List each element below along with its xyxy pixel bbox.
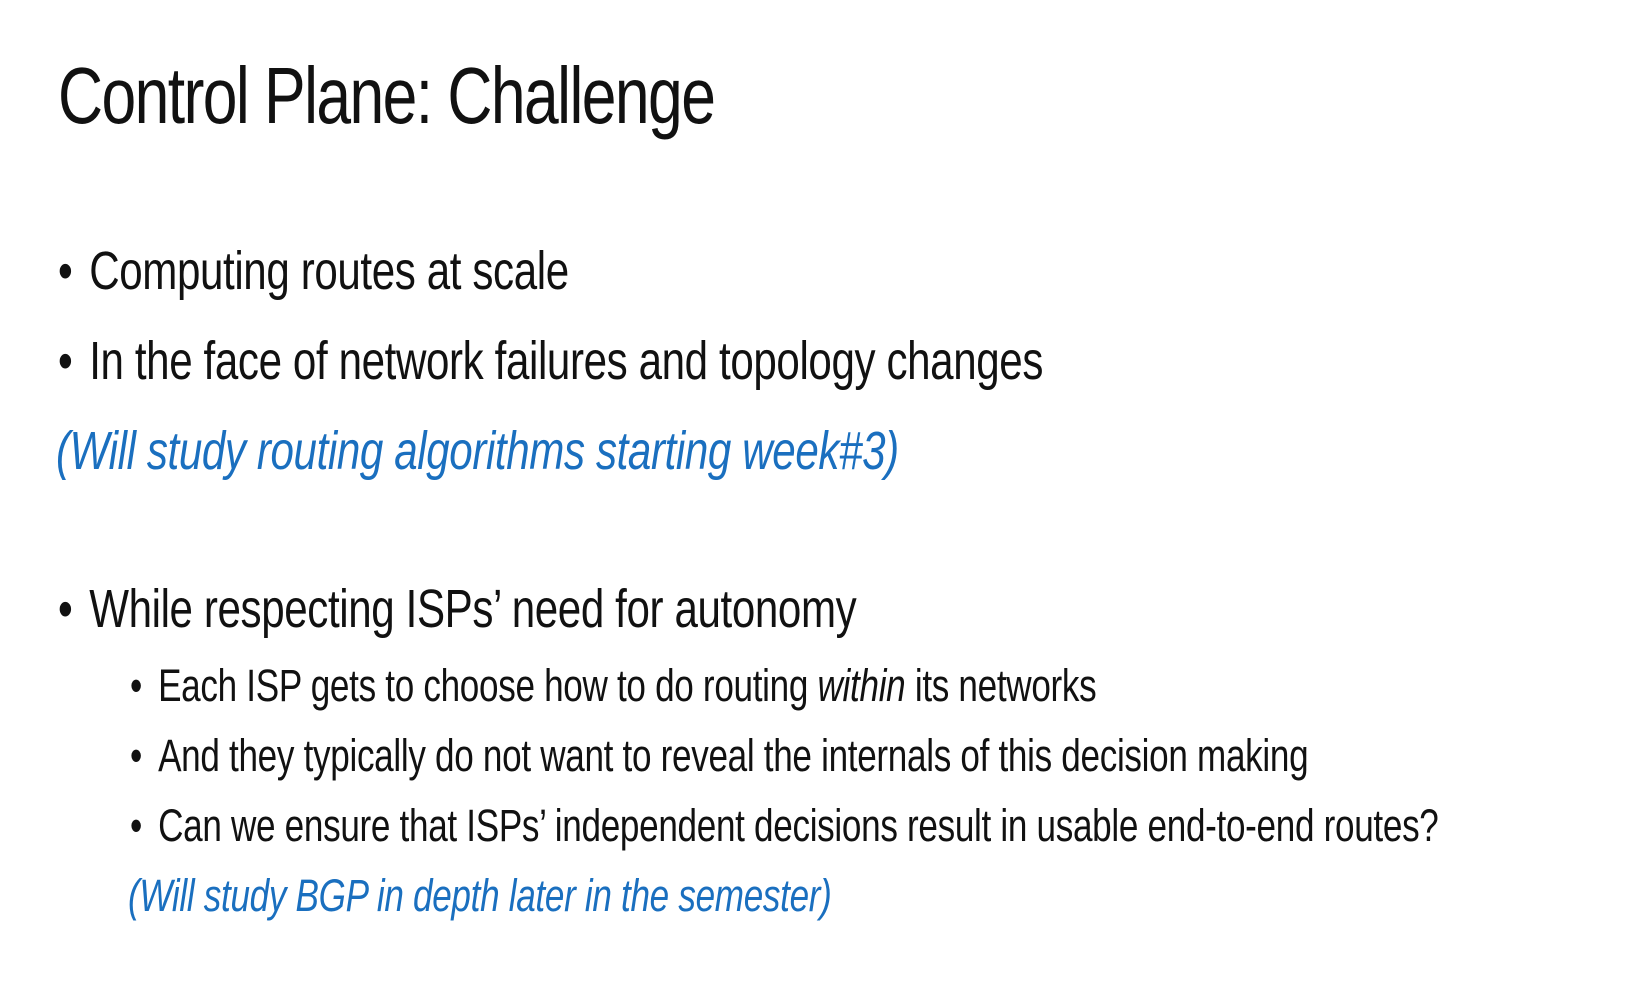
bullet-icon: • (58, 579, 73, 639)
slide-title: Control Plane: Challenge (58, 51, 716, 140)
note-routing-algorithms: (Will study routing algorithms starting … (56, 421, 899, 481)
bullet-item-isp-autonomy: • While respecting ISPs’ need for autonom… (58, 578, 857, 640)
sub-bullet-text-after: its networks (905, 660, 1097, 711)
sub-bullet-text-before: Each ISP gets to choose how to do routin… (158, 660, 818, 711)
bullet-item-network-failures: • In the face of network failures and top… (58, 330, 1043, 392)
slide: Control Plane: Challenge • Computing rout… (0, 0, 1639, 993)
sub-bullet-isp-routing-choice: • Each ISP gets to choose how to do routi… (130, 660, 1097, 712)
bullet-item-computing-routes: • Computing routes at scale (58, 240, 569, 302)
sub-bullet-hide-internals: • And they typically do not want to revea… (130, 730, 1309, 782)
sub-bullet-usable-routes: • Can we ensure that ISPs’ independent de… (130, 800, 1439, 852)
note-bgp: (Will study BGP in depth later in the se… (128, 870, 832, 921)
bullet-icon: • (58, 331, 73, 391)
sub-bullet-icon: • (130, 800, 142, 851)
bullet-icon: • (58, 241, 73, 301)
bullet-text: Computing routes at scale (89, 241, 569, 301)
sub-bullet-icon: • (130, 730, 142, 781)
sub-bullet-icon: • (130, 660, 142, 711)
bullet-text: While respecting ISPs’ need for autonomy (89, 579, 857, 639)
sub-bullet-text: Can we ensure that ISPs’ independent dec… (158, 800, 1439, 851)
bullet-text: In the face of network failures and topo… (89, 331, 1043, 391)
sub-bullet-text: And they typically do not want to reveal… (158, 730, 1309, 781)
sub-bullet-emphasis: within (817, 660, 906, 711)
